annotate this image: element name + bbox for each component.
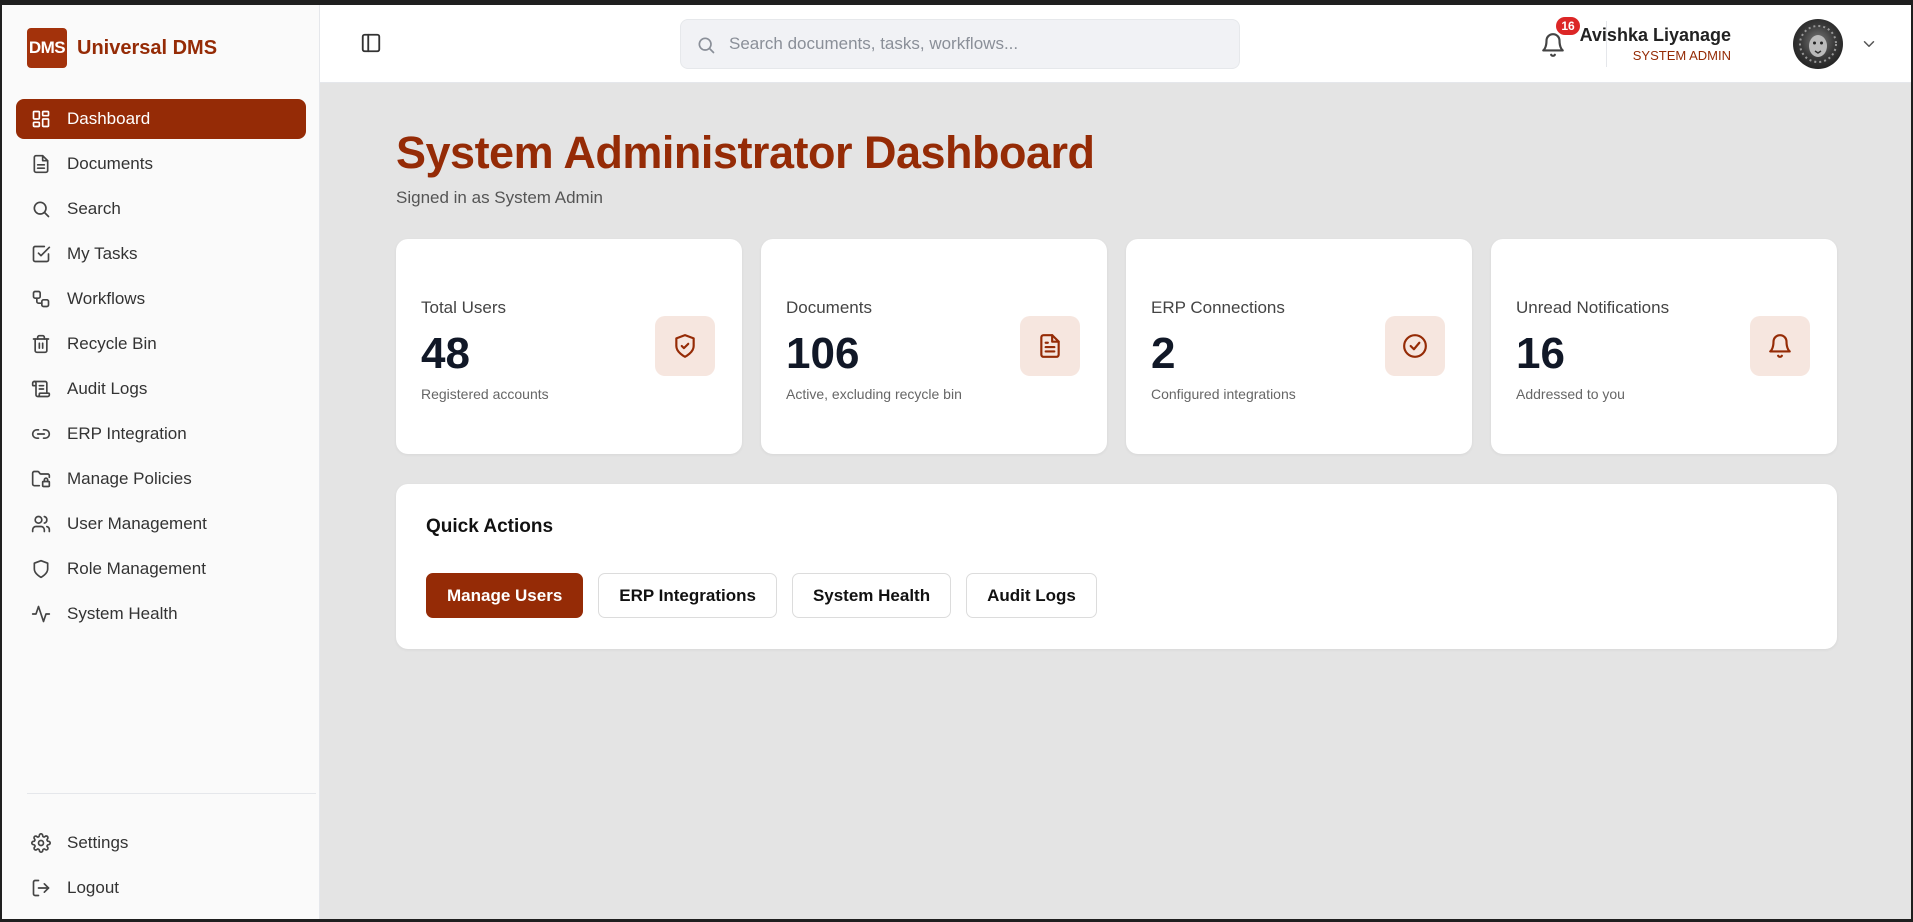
shield-icon — [33, 559, 49, 579]
sidebar-item-label: Settings — [67, 833, 129, 852]
sidebar-item-label: My Tasks — [67, 244, 138, 263]
stat-card-erp-connections: ERP Connections 2 Configured integration… — [1126, 239, 1472, 454]
sidebar-item-label: Documents — [67, 154, 153, 173]
sidebar-item-label: Logout — [67, 878, 119, 897]
brand-logo: DMS — [27, 28, 67, 68]
sidebar-item-label: Recycle Bin — [67, 334, 157, 353]
sidebar-item-label: User Management — [67, 514, 207, 533]
stat-value: 106 — [786, 329, 860, 378]
sidebar: DMS Universal DMS Dashboard Documents Se… — [2, 5, 320, 919]
sidebar-item-label: Search — [67, 199, 121, 218]
checkbox-icon — [32, 245, 51, 263]
sidebar-item-label: Manage Policies — [67, 469, 192, 488]
stat-description: Addressed to you — [1516, 386, 1625, 402]
stat-icon-wrap — [1020, 316, 1080, 376]
sidebar-item-recycle-bin[interactable]: Recycle Bin — [16, 324, 306, 364]
quick-actions-title: Quick Actions — [426, 516, 554, 537]
sidebar-item-documents[interactable]: Documents — [16, 144, 306, 184]
stat-label: Documents — [786, 298, 872, 317]
page-subtitle: Signed in as System Admin — [396, 188, 603, 207]
avatar[interactable] — [1793, 19, 1843, 69]
sidebar-toggle-icon[interactable] — [360, 32, 382, 54]
stat-card-documents: Documents 106 Active, excluding recycle … — [761, 239, 1107, 454]
stat-label: ERP Connections — [1151, 298, 1285, 317]
notification-bell-icon[interactable] — [1540, 31, 1566, 59]
trash-icon — [32, 334, 50, 354]
sidebar-item-erp-integration[interactable]: ERP Integration — [16, 414, 306, 454]
sidebar-item-user-management[interactable]: User Management — [16, 504, 306, 544]
sidebar-item-my-tasks[interactable]: My Tasks — [16, 234, 306, 274]
page-title: System Administrator Dashboard — [396, 127, 1095, 178]
users-icon — [31, 515, 51, 533]
stat-description: Active, excluding recycle bin — [786, 386, 962, 402]
stat-icon-wrap — [1750, 316, 1810, 376]
check-circle-icon — [1403, 334, 1427, 358]
search-icon — [33, 201, 50, 218]
sidebar-bottom-nav: Settings Logout — [16, 823, 306, 913]
workflow-icon — [32, 290, 50, 308]
document-icon — [33, 154, 49, 174]
sidebar-item-role-management[interactable]: Role Management — [16, 549, 306, 589]
system-health-button[interactable]: System Health — [791, 573, 952, 618]
quick-actions-panel: Quick Actions Manage Users ERP Integrati… — [396, 484, 1837, 649]
manage-users-button[interactable]: Manage Users — [426, 573, 584, 618]
user-role: SYSTEM ADMIN — [1632, 48, 1731, 63]
activity-icon — [31, 605, 51, 623]
folder-lock-icon — [31, 470, 51, 488]
sidebar-item-label: Audit Logs — [67, 379, 148, 398]
stat-description: Configured integrations — [1151, 386, 1296, 402]
quick-actions-buttons: Manage Users ERP Integrations System Hea… — [426, 573, 1112, 618]
logout-icon — [32, 879, 50, 897]
stat-icon-wrap — [1385, 316, 1445, 376]
bell-icon — [1769, 334, 1791, 358]
stat-description: Registered accounts — [421, 386, 549, 402]
notification-badge: 16 — [1556, 17, 1580, 35]
dashboard-grid-icon — [32, 110, 50, 128]
sidebar-divider — [27, 793, 316, 794]
sidebar-item-dashboard[interactable]: Dashboard — [16, 99, 306, 139]
sidebar-item-workflows[interactable]: Workflows — [16, 279, 306, 319]
audit-logs-button[interactable]: Audit Logs — [966, 573, 1097, 618]
link-icon — [31, 429, 51, 439]
brand[interactable]: DMS Universal DMS — [27, 28, 217, 68]
stat-value: 48 — [421, 329, 470, 378]
sidebar-item-audit-logs[interactable]: Audit Logs — [16, 369, 306, 409]
sidebar-nav: Dashboard Documents Search My Tasks Work… — [16, 99, 306, 639]
erp-integrations-button[interactable]: ERP Integrations — [598, 573, 777, 618]
sidebar-item-manage-policies[interactable]: Manage Policies — [16, 459, 306, 499]
scroll-icon — [31, 380, 51, 398]
stat-value: 2 — [1151, 329, 1176, 378]
stat-label: Total Users — [421, 298, 507, 317]
app-window: DMS Universal DMS Dashboard Documents Se… — [2, 5, 1911, 919]
search-icon — [698, 37, 715, 54]
sidebar-item-search[interactable]: Search — [16, 189, 306, 229]
shield-check-icon — [675, 334, 695, 358]
sidebar-item-logout[interactable]: Logout — [16, 868, 306, 908]
chevron-down-icon[interactable] — [1860, 35, 1878, 53]
search-box — [680, 19, 1240, 69]
top-header: 16 Avishka Liyanage SYSTEM ADMIN — [320, 5, 1911, 83]
search-input[interactable] — [729, 20, 1229, 68]
document-icon — [1040, 334, 1060, 358]
lion-avatar-image — [1799, 25, 1837, 63]
user-name[interactable]: Avishka Liyanage — [1580, 25, 1731, 46]
sidebar-item-label: System Health — [67, 604, 178, 623]
stat-label: Unread Notifications — [1516, 298, 1670, 317]
gear-icon — [31, 833, 51, 853]
sidebar-item-settings[interactable]: Settings — [16, 823, 306, 863]
sidebar-item-label: Role Management — [67, 559, 206, 578]
sidebar-item-label: Dashboard — [67, 109, 151, 128]
stat-value: 16 — [1516, 329, 1565, 378]
brand-name: Universal DMS — [77, 36, 218, 59]
sidebar-item-system-health[interactable]: System Health — [16, 594, 306, 634]
stat-card-total-users: Total Users 48 Registered accounts — [396, 239, 742, 454]
sidebar-item-label: Workflows — [67, 289, 146, 308]
sidebar-item-label: ERP Integration — [67, 424, 187, 443]
stat-card-unread-notifications: Unread Notifications 16 Addressed to you — [1491, 239, 1837, 454]
stat-icon-wrap — [655, 316, 715, 376]
